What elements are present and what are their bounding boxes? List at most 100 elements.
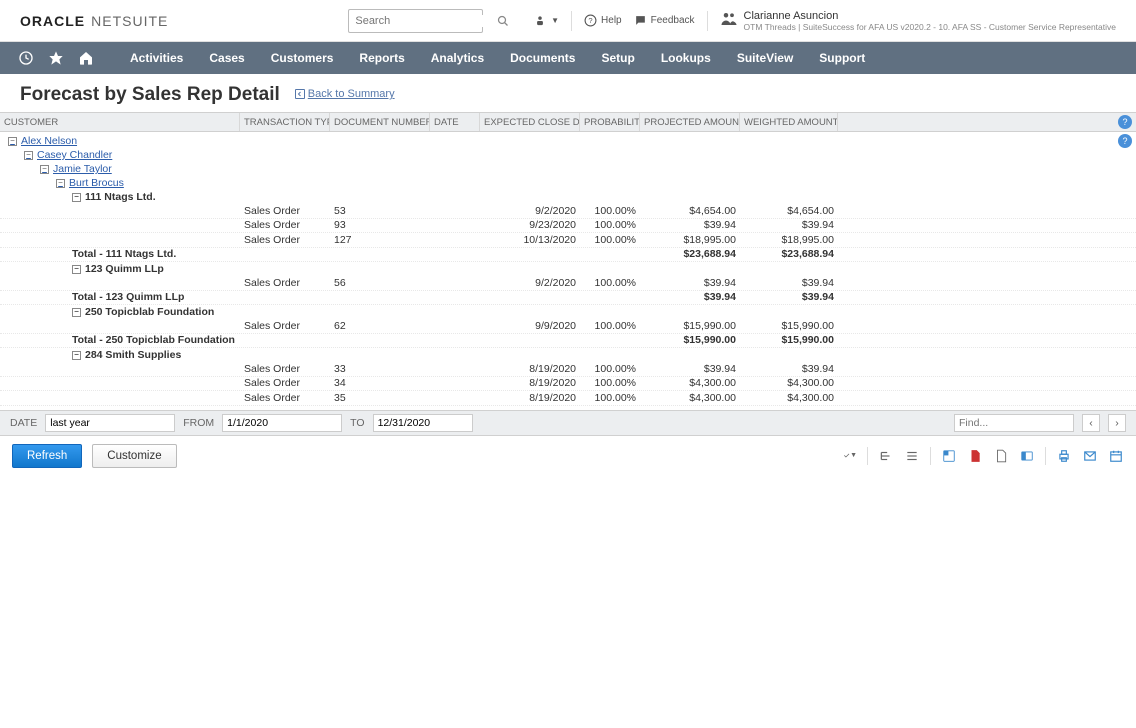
nav-analytics[interactable]: Analytics <box>419 42 496 74</box>
customize-button[interactable]: Customize <box>92 444 176 468</box>
nav-reports[interactable]: Reports <box>347 42 416 74</box>
next-page-button[interactable]: › <box>1108 414 1126 432</box>
nav-support[interactable]: Support <box>807 42 877 74</box>
home-icon[interactable] <box>72 44 100 72</box>
nav-setup[interactable]: Setup <box>589 42 646 74</box>
role-switcher[interactable]: ▼ <box>533 14 559 28</box>
table-row[interactable]: Sales Order629/9/2020100.00%$15,990.00$1… <box>0 319 1136 334</box>
email-icon[interactable] <box>1082 448 1098 464</box>
col-transaction-type[interactable]: TRANSACTION TYPE <box>240 113 330 131</box>
logo-oracle: ORACLE <box>20 13 85 29</box>
export-csv-icon[interactable] <box>941 448 957 464</box>
nav-customers[interactable]: Customers <box>259 42 346 74</box>
column-help-icon[interactable]: ? <box>1118 115 1132 129</box>
nav-lookups[interactable]: Lookups <box>649 42 723 74</box>
cell-proj: $15,990.00 <box>640 320 740 332</box>
feedback-link[interactable]: Feedback <box>634 14 695 27</box>
cell-ttype: Sales Order <box>240 219 330 231</box>
cell-weight: $39.94 <box>740 363 838 375</box>
collapse-icon[interactable] <box>904 448 920 464</box>
cell-ttype: Sales Order <box>240 363 330 375</box>
find-input[interactable] <box>954 414 1074 432</box>
back-to-summary-link[interactable]: Back to Summary <box>294 88 395 100</box>
cell-docnum: 33 <box>330 363 430 375</box>
collapse-icon[interactable]: − <box>40 165 49 174</box>
collapse-icon[interactable]: − <box>72 308 81 317</box>
cell-docnum: 53 <box>330 205 430 217</box>
svg-text:?: ? <box>588 16 592 25</box>
cell-date: 9/2/2020 <box>480 205 580 217</box>
tree-label: 111 Ntags Ltd. <box>85 191 156 203</box>
tree-row-burt-brocus[interactable]: − Burt Brocus <box>0 176 1136 190</box>
tree-row-284-smith[interactable]: − 284 Smith Supplies <box>0 348 1136 362</box>
collapse-icon[interactable]: − <box>56 179 65 188</box>
tree-row-alex-nelson[interactable]: − Alex Nelson <box>0 134 1136 148</box>
total-label: Total - 250 Topicblab Foundation <box>0 334 240 346</box>
col-date[interactable]: DATE <box>430 113 480 131</box>
collapse-icon[interactable]: − <box>8 137 17 146</box>
options-icon[interactable]: ▼ <box>841 448 857 464</box>
from-date-input[interactable] <box>222 414 342 432</box>
table-row[interactable]: Sales Order939/23/2020100.00%$39.94$39.9… <box>0 219 1136 234</box>
tree-label: 250 Topicblab Foundation <box>85 306 214 318</box>
search-icon[interactable] <box>497 15 509 27</box>
date-range-input[interactable] <box>45 414 175 432</box>
collapse-icon[interactable]: − <box>72 351 81 360</box>
tree-row-250-topicblab[interactable]: − 250 Topicblab Foundation <box>0 305 1136 319</box>
table-row[interactable]: Sales Order348/19/2020100.00%$4,300.00$4… <box>0 377 1136 392</box>
table-row[interactable]: Sales Order539/2/2020100.00%$4,654.00$4,… <box>0 204 1136 219</box>
export-pdf-icon[interactable] <box>967 448 983 464</box>
col-expected-close-date[interactable]: EXPECTED CLOSE DATE <box>480 113 580 131</box>
col-customer[interactable]: CUSTOMER <box>0 113 240 131</box>
collapse-icon[interactable]: − <box>24 151 33 160</box>
col-document-number[interactable]: DOCUMENT NUMBER <box>330 113 430 131</box>
collapse-icon[interactable]: − <box>72 193 81 202</box>
cell-prob: 100.00% <box>580 363 640 375</box>
tree-label: Jamie Taylor <box>53 163 112 175</box>
user-menu[interactable]: Clarianne Asuncion OTM Threads | SuiteSu… <box>720 10 1116 32</box>
search-input[interactable] <box>355 15 497 27</box>
body-help-icon[interactable]: ? <box>1118 134 1132 148</box>
help-link[interactable]: ? Help <box>584 14 622 27</box>
cell-proj: $4,654.00 <box>640 205 740 217</box>
report-body: ? − Alex Nelson − Casey Chandler − Jamie… <box>0 132 1136 410</box>
to-date-input[interactable] <box>373 414 473 432</box>
total-weight: $39.94 <box>740 291 838 303</box>
filter-bar: DATE FROM TO ‹ › <box>0 410 1136 436</box>
cell-date: 8/19/2020 <box>480 377 580 389</box>
table-row[interactable]: Sales Order358/19/2020100.00%$4,300.00$4… <box>0 391 1136 406</box>
prev-page-button[interactable]: ‹ <box>1082 414 1100 432</box>
back-label: Back to Summary <box>308 88 395 100</box>
cell-date: 9/23/2020 <box>480 219 580 231</box>
feedback-label: Feedback <box>651 15 695 26</box>
nav-documents[interactable]: Documents <box>498 42 587 74</box>
col-projected-amount[interactable]: PROJECTED AMOUNT <box>640 113 740 131</box>
table-row[interactable]: Sales Order338/19/2020100.00%$39.94$39.9… <box>0 362 1136 377</box>
tree-row-casey-chandler[interactable]: − Casey Chandler <box>0 148 1136 162</box>
tree-row-111-ntags[interactable]: − 111 Ntags Ltd. <box>0 190 1136 204</box>
refresh-button[interactable]: Refresh <box>12 444 82 468</box>
recent-icon[interactable] <box>12 44 40 72</box>
table-row[interactable]: Sales Order569/2/2020100.00%$39.94$39.94 <box>0 276 1136 291</box>
collapse-icon[interactable]: − <box>72 265 81 274</box>
tree-row-jamie-taylor[interactable]: − Jamie Taylor <box>0 162 1136 176</box>
tree-row-123-quimm[interactable]: − 123 Quimm LLp <box>0 262 1136 276</box>
cell-date: 8/19/2020 <box>480 363 580 375</box>
col-probability[interactable]: PROBABILITY <box>580 113 640 131</box>
cell-ttype: Sales Order <box>240 234 330 246</box>
print-icon[interactable] <box>1056 448 1072 464</box>
col-weighted-amount[interactable]: WEIGHTED AMOUNT <box>740 113 838 131</box>
cell-weight: $39.94 <box>740 277 838 289</box>
nav-suiteview[interactable]: SuiteView <box>725 42 805 74</box>
favorites-icon[interactable] <box>42 44 70 72</box>
schedule-icon[interactable] <box>1108 448 1124 464</box>
export-doc-icon[interactable] <box>993 448 1009 464</box>
nav-cases[interactable]: Cases <box>197 42 256 74</box>
expand-icon[interactable] <box>878 448 894 464</box>
table-row[interactable]: Sales Order12710/13/2020100.00%$18,995.0… <box>0 233 1136 248</box>
logo[interactable]: ORACLE NETSUITE <box>20 13 168 29</box>
global-search[interactable] <box>348 9 483 33</box>
date-label: DATE <box>10 417 37 429</box>
export-xls-icon[interactable] <box>1019 448 1035 464</box>
nav-activities[interactable]: Activities <box>118 42 195 74</box>
